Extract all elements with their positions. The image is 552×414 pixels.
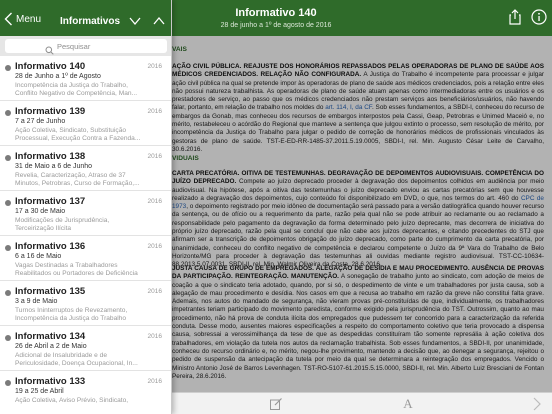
informativo-list: Informativo 140 2016 28 de Junho a 1º de… xyxy=(0,56,171,414)
item-year: 2016 xyxy=(147,243,162,250)
list-item[interactable]: Informativo 135 2016 3 a 9 de Maio Turno… xyxy=(0,281,171,326)
item-description: Incompetência da Justiça do Trabalho, Con… xyxy=(15,82,165,98)
item-desc-line: Modificações de Jurisprudência, xyxy=(15,217,110,224)
item-desc-line: Processual, Execução Contra a Fazenda... xyxy=(15,135,141,142)
item-desc-line: Adicional de Insalubridade e de xyxy=(15,352,108,359)
item-year: 2016 xyxy=(147,288,162,295)
collapse-icon[interactable] xyxy=(128,14,142,28)
item-title: Informativo 137 xyxy=(15,196,86,207)
sidebar-title: Informativos xyxy=(60,16,121,27)
item-desc-line: Turnos Ininterruptos de Revezamento, xyxy=(15,307,128,314)
search-input[interactable] xyxy=(57,41,127,51)
item-desc-line: Incompetência da Justiça do Trabalho xyxy=(15,315,127,322)
item-date: 26 de Abril a 2 de Maio xyxy=(15,343,87,350)
item-date: 31 de Maio a 6 de Junho xyxy=(15,163,93,170)
unread-dot xyxy=(5,380,11,386)
item-date: 28 de Junho a 1º de Agosto xyxy=(15,73,101,80)
font-size-icon[interactable]: A xyxy=(400,396,416,412)
item-desc-line: Terceirização Ilícita xyxy=(15,225,72,232)
search-field[interactable] xyxy=(5,39,167,55)
sidebar: Menu Informativos Informativo 140 2016 2… xyxy=(0,0,172,414)
item-desc-line: Ação Coletiva, Sindicato, Substituição xyxy=(15,127,127,134)
item-description: Ação Coletiva, Sindicato, Substituição Pr… xyxy=(15,127,165,143)
item-date: 3 a 9 de Maio xyxy=(15,298,58,305)
dim-overlay[interactable] xyxy=(172,36,552,392)
item-title: Informativo 134 xyxy=(15,331,86,342)
search-bar xyxy=(0,36,171,56)
list-item[interactable]: Informativo 138 2016 31 de Maio a 6 de J… xyxy=(0,146,171,191)
menu-back-label: Menu xyxy=(16,13,42,25)
item-desc-line: Conflito Negativo de Competência, Man... xyxy=(15,90,138,97)
item-description: Revelia, Caracterização, Atraso de 37 Min… xyxy=(15,172,165,188)
chevron-right-icon[interactable] xyxy=(530,396,544,412)
item-year: 2016 xyxy=(147,198,162,205)
item-date: 19 a 25 de Abril xyxy=(15,388,64,395)
item-title: Informativo 139 xyxy=(15,106,86,117)
unread-dot xyxy=(5,65,11,71)
sidebar-header: Menu Informativos xyxy=(0,0,171,36)
unread-dot xyxy=(5,335,11,341)
item-desc-line: Revelia, Caracterização, Atraso de 37 xyxy=(15,172,126,179)
item-desc-line: Ação Coletiva, Aviso Prévio, Sindicato, xyxy=(15,397,129,404)
item-desc-line: Periculosidade, Doença Ocupacional, In..… xyxy=(15,360,138,367)
item-desc-line: Incompetência da Justiça do Trabalho, xyxy=(15,82,128,89)
item-year: 2016 xyxy=(147,63,162,70)
list-item[interactable]: Informativo 140 2016 28 de Junho a 1º de… xyxy=(0,56,171,101)
item-title: Informativo 140 xyxy=(15,61,86,72)
list-item[interactable]: Informativo 139 2016 7 a 27 de Junho Açã… xyxy=(0,101,171,146)
item-date: 7 a 27 de Junho xyxy=(15,118,66,125)
unread-dot xyxy=(5,110,11,116)
unread-dot xyxy=(5,200,11,206)
item-description: Vagas Destinadas a Trabalhadores Reabilit… xyxy=(15,262,165,278)
notes-icon[interactable] xyxy=(268,396,284,412)
list-item[interactable]: Informativo 134 2016 26 de Abril a 2 de … xyxy=(0,326,171,371)
item-description: Adicional de Insalubridade e de Periculos… xyxy=(15,352,165,368)
menu-back-button[interactable]: Menu xyxy=(4,11,41,27)
chevron-left-icon xyxy=(4,12,13,26)
item-description: Ação Coletiva, Aviso Prévio, Sindicato, xyxy=(15,397,165,405)
search-icon xyxy=(45,42,54,55)
item-year: 2016 xyxy=(147,153,162,160)
item-title: Informativo 135 xyxy=(15,286,86,297)
item-desc-line: Reabilitados ou Portadores de Deficiênci… xyxy=(15,270,138,277)
unread-dot xyxy=(5,245,11,251)
item-desc-line: Vagas Destinadas a Trabalhadores xyxy=(15,262,118,269)
item-title: Informativo 136 xyxy=(15,241,86,252)
list-item[interactable]: Informativo 137 2016 17 a 30 de Maio Mod… xyxy=(0,191,171,236)
list-item[interactable]: Informativo 136 2016 6 a 16 de Maio Vaga… xyxy=(0,236,171,281)
item-title: Informativo 138 xyxy=(15,151,86,162)
item-description: Turnos Ininterruptos de Revezamento, Inco… xyxy=(15,307,165,323)
item-description: Modificações de Jurisprudência, Terceiriz… xyxy=(15,217,165,233)
item-date: 17 a 30 de Maio xyxy=(15,208,66,215)
unread-dot xyxy=(5,290,11,296)
info-icon[interactable] xyxy=(530,8,548,26)
item-year: 2016 xyxy=(147,108,162,115)
item-desc-line: Minutos, Petrobras, Curso de Formação,..… xyxy=(15,180,140,187)
list-item[interactable]: Informativo 133 2016 19 a 25 de Abril Aç… xyxy=(0,371,171,414)
share-icon[interactable] xyxy=(506,8,524,26)
item-date: 6 a 16 de Maio xyxy=(15,253,62,260)
item-year: 2016 xyxy=(147,378,162,385)
unread-dot xyxy=(5,155,11,161)
item-year: 2016 xyxy=(147,333,162,340)
chevron-up-icon[interactable] xyxy=(152,14,166,28)
item-title: Informativo 133 xyxy=(15,376,86,387)
